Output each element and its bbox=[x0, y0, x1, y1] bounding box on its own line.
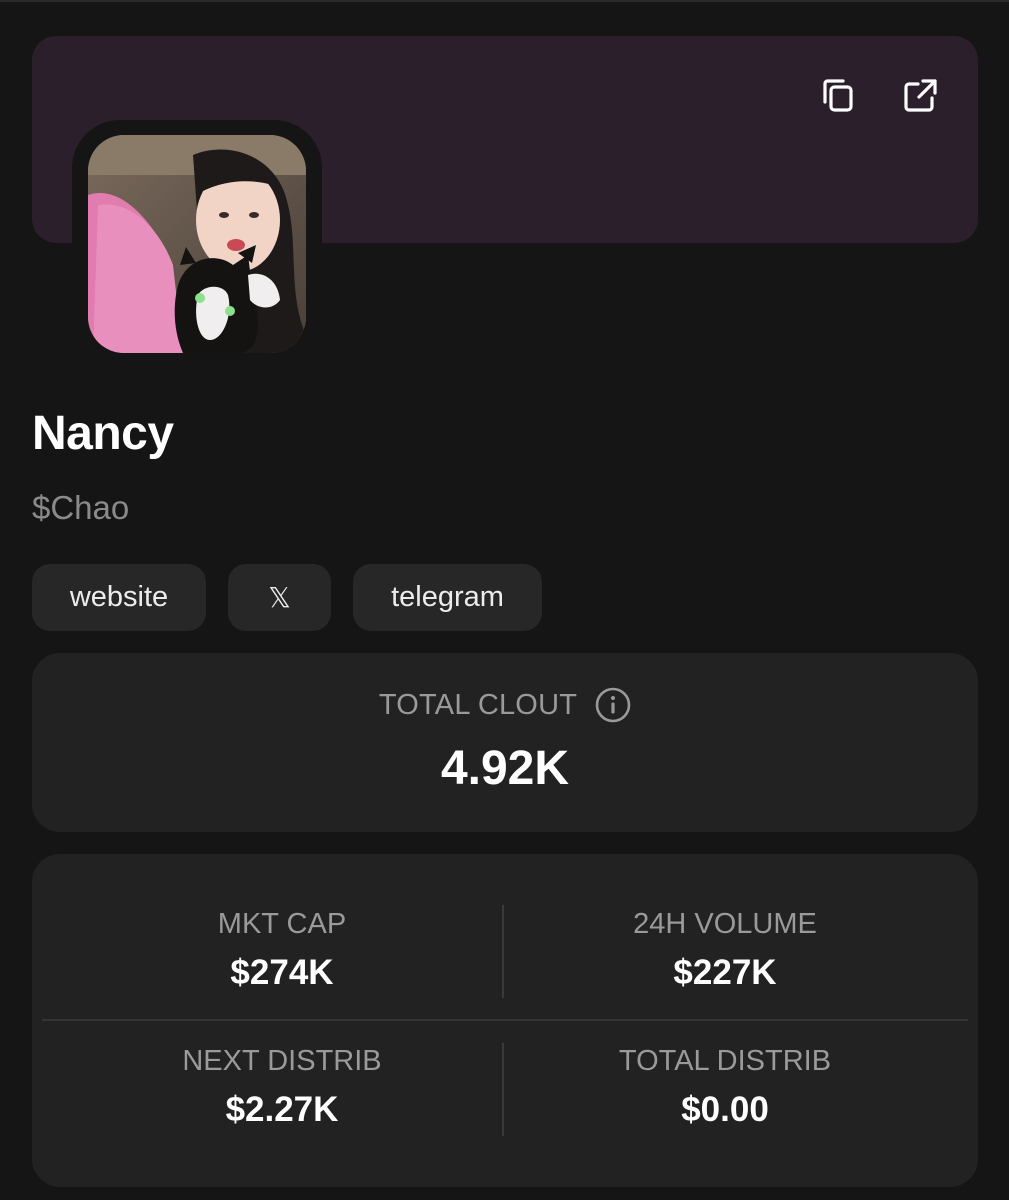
total-clout-card: TOTAL CLOUT 4.92K bbox=[32, 653, 978, 832]
telegram-link-button[interactable]: telegram bbox=[353, 564, 542, 631]
token-profile-page: Nancy $Chao website 𝕏 telegram TOTAL CLO… bbox=[0, 0, 1009, 1200]
volume-24h-label: 24H VOLUME bbox=[633, 908, 817, 940]
clout-value: 4.92K bbox=[440, 742, 570, 795]
website-link-button[interactable]: website bbox=[32, 564, 206, 631]
social-links: website 𝕏 telegram bbox=[32, 564, 542, 631]
copy-icon bbox=[823, 79, 853, 112]
clout-label-row: TOTAL CLOUT bbox=[32, 687, 978, 723]
total-distrib-value: $0.00 bbox=[681, 1090, 769, 1129]
volume-24h-stat: 24H VOLUME $227K bbox=[505, 908, 945, 993]
profile-name: Nancy bbox=[32, 407, 174, 460]
total-distrib-label: TOTAL DISTRIB bbox=[618, 1045, 832, 1077]
external-link-icon bbox=[904, 79, 937, 112]
stats-divider-vertical-top bbox=[502, 905, 504, 998]
next-distrib-label: NEXT DISTRIB bbox=[182, 1045, 382, 1077]
market-cap-stat: MKT CAP $274K bbox=[62, 908, 502, 993]
market-cap-label: MKT CAP bbox=[217, 908, 347, 940]
next-distrib-value: $2.27K bbox=[225, 1090, 339, 1129]
avatar-image bbox=[88, 135, 306, 353]
stats-divider-vertical-bottom bbox=[502, 1043, 504, 1136]
market-cap-value: $274K bbox=[230, 953, 334, 992]
next-distrib-stat: NEXT DISTRIB $2.27K bbox=[62, 1045, 502, 1130]
volume-24h-value: $227K bbox=[673, 953, 777, 992]
open-external-button[interactable] bbox=[898, 74, 942, 118]
token-stats-card: MKT CAP $274K 24H VOLUME $227K NEXT DIST… bbox=[32, 854, 978, 1187]
avatar bbox=[88, 135, 306, 353]
info-icon bbox=[595, 687, 631, 723]
clout-info-button[interactable] bbox=[595, 687, 631, 723]
x-link-button[interactable]: 𝕏 bbox=[228, 564, 331, 631]
clout-label: TOTAL CLOUT bbox=[378, 688, 578, 721]
token-ticker: $Chao bbox=[32, 489, 130, 526]
copy-button[interactable] bbox=[816, 74, 860, 118]
stats-divider-horizontal bbox=[42, 1019, 968, 1021]
total-distrib-stat: TOTAL DISTRIB $0.00 bbox=[505, 1045, 945, 1130]
